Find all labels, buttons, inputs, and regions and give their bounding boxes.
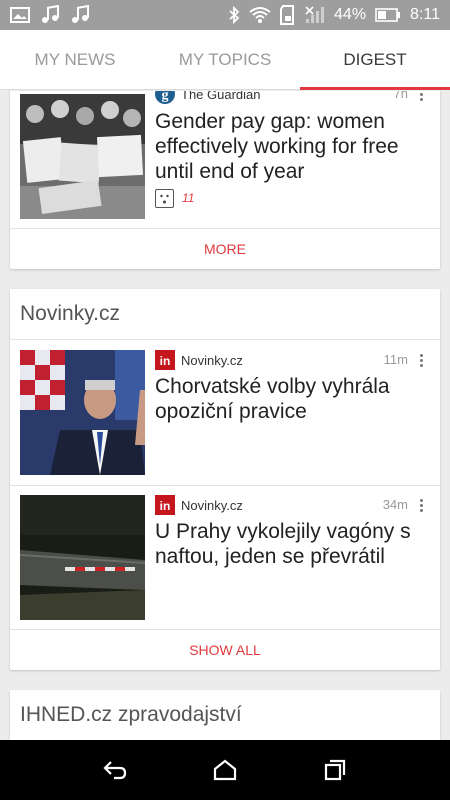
tab-bar: MY NEWS MY TOPICS DIGEST <box>0 30 450 90</box>
novinky-logo-icon: in <box>155 495 175 515</box>
article-item[interactable]: in Novinky.cz 11m Chorvatské volby vyhrá… <box>10 340 440 485</box>
back-arrow-icon <box>103 761 127 780</box>
wifi-icon <box>249 6 271 24</box>
svg-text:in: in <box>160 499 171 513</box>
recent-apps-icon <box>324 759 346 781</box>
show-all-button[interactable]: SHOW ALL <box>10 630 440 670</box>
article-age: 11m <box>383 352 408 367</box>
article-source-name: Novinky.cz <box>181 352 243 368</box>
source-card-novinky: Novinky.cz in Novinky.cz 11m Chorvatské … <box>10 289 440 670</box>
sd-card-icon <box>280 5 296 25</box>
tab-my-news[interactable]: MY NEWS <box>0 30 150 89</box>
article-source-row: in Novinky.cz 34m <box>155 495 430 515</box>
article-age: 34m <box>382 497 408 512</box>
article-source-name: The Guardian <box>181 91 261 102</box>
status-time: 8:11 <box>410 6 440 23</box>
reaction-count: 11 <box>182 191 195 205</box>
top-news-card: g The Guardian 7h Gender pay gap: women … <box>10 91 440 269</box>
article-headline: U Prahy vykolejily vagóny s naftou, jede… <box>155 520 411 568</box>
svg-text:g: g <box>162 91 169 103</box>
music-note-icon <box>40 5 60 25</box>
article-age: 7h <box>393 91 408 101</box>
home-icon <box>213 759 237 781</box>
article-source-name: Novinky.cz <box>181 497 243 513</box>
music-note-icon <box>70 5 90 25</box>
bluetooth-icon <box>228 6 240 24</box>
article-thumbnail <box>20 350 145 475</box>
back-button[interactable] <box>95 750 135 790</box>
article-thumbnail <box>20 495 145 620</box>
svg-text:in: in <box>160 354 171 368</box>
novinky-logo-icon: in <box>155 350 175 370</box>
recent-apps-button[interactable] <box>315 750 355 790</box>
card-title: IHNED.cz zpravodajství <box>20 703 242 726</box>
navigation-bar <box>0 740 450 800</box>
gallery-icon <box>10 7 30 23</box>
more-button[interactable]: MORE <box>10 229 440 269</box>
article-thumbnail <box>20 94 145 219</box>
article-source-row: in Novinky.cz 11m <box>155 350 430 370</box>
overflow-menu-icon[interactable] <box>414 350 428 370</box>
article-source-row: g The Guardian 7h <box>155 91 430 104</box>
article-item[interactable]: g The Guardian 7h Gender pay gap: women … <box>10 91 440 226</box>
source-card-ihned: IHNED.cz zpravodajství <box>10 690 440 740</box>
guardian-logo-icon: g <box>155 91 175 104</box>
reaction-face-icon <box>155 188 174 208</box>
home-button[interactable] <box>205 750 245 790</box>
battery-percent: 44% <box>334 6 367 23</box>
article-item[interactable]: in Novinky.cz 34m U Prahy vykolejily vag… <box>10 485 440 630</box>
status-bar: 44% 8:11 <box>0 0 450 30</box>
article-headline: Gender pay gap: women effectively workin… <box>155 110 399 183</box>
article-reactions[interactable]: 11 <box>155 188 194 208</box>
tab-my-topics[interactable]: MY TOPICS <box>150 30 300 89</box>
article-headline: Chorvatské volby vyhrála opoziční pravic… <box>155 375 390 423</box>
digest-feed[interactable]: g The Guardian 7h Gender pay gap: women … <box>0 91 450 740</box>
card-title: Novinky.cz <box>20 302 120 325</box>
overflow-menu-icon[interactable] <box>414 495 428 515</box>
battery-icon <box>375 8 401 22</box>
overflow-menu-icon[interactable] <box>414 91 428 104</box>
tab-digest[interactable]: DIGEST <box>300 30 450 90</box>
signal-icon <box>305 6 325 24</box>
